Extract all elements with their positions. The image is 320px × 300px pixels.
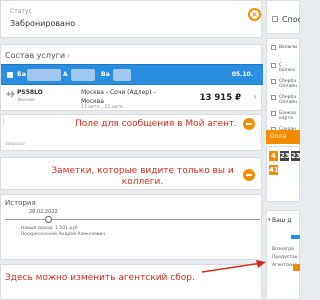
pay-button[interactable]: Опла	[266, 130, 300, 144]
option-label: Сберба Онлайн	[279, 95, 297, 105]
redacted-block	[71, 69, 95, 81]
passenger-name-mid1: А	[63, 71, 68, 78]
timeline-event-line2: Воскресенский Андрей Алексеевич	[21, 232, 106, 237]
timeline-date: 28.02.2022	[29, 209, 58, 215]
plane-icon	[6, 90, 15, 98]
timeline-line	[5, 219, 260, 220]
payment-timer: 4 23 23 41	[266, 146, 300, 202]
redacted-block	[113, 69, 131, 81]
passenger-row[interactable]: Ба А Ва 05.10.	[1, 64, 263, 85]
message-field[interactable]	[3, 116, 59, 126]
option-label: Банков карта	[279, 111, 296, 121]
flight-route: Москва - Сочи (Адлер) -	[81, 89, 156, 96]
flight-dates: 13 октя. , 25 октя.	[81, 105, 125, 110]
collapse-notes-icon[interactable]	[243, 169, 255, 181]
option-radio[interactable]	[271, 95, 276, 100]
flight-number: PS58LO	[17, 89, 43, 96]
passenger-date: 05.10.	[231, 71, 253, 78]
caret-down-icon[interactable]: ▾	[268, 217, 271, 223]
payment-sidebar: Спос Включи С баланс Сберба Онлайн Сберб…	[266, 0, 300, 300]
services-card: Состав услуги › Ба А Ва 05.10. PS58LO Эко…	[0, 44, 263, 111]
fee-line: Предустан	[272, 255, 298, 260]
services-title: Состав услуги ›	[5, 51, 70, 60]
agent-fee-card: ▾ Ваш д Вознагра Предустан Агентский	[266, 210, 300, 300]
passenger-name-mid2: Ва	[101, 71, 111, 78]
timer-cell: 23	[291, 151, 300, 161]
fee-annotation: Здесь можно изменить агентский сбор.	[5, 273, 195, 283]
fee-input[interactable]	[293, 264, 300, 271]
option-radio[interactable]	[271, 111, 276, 116]
chevron-right-icon[interactable]: ›	[254, 92, 257, 101]
requests-link[interactable]: запросы	[5, 142, 25, 147]
notes-annotation: Заметки, которые видите только вы и колл…	[51, 166, 234, 187]
collapse-message-icon[interactable]	[243, 118, 255, 130]
redacted-block	[27, 69, 61, 81]
chevron-right-icon: ›	[67, 52, 70, 60]
cancel-booking-icon[interactable]: ×	[248, 8, 261, 21]
flight-city: Москва	[81, 98, 104, 105]
agent-fee-title: Ваш д	[272, 217, 292, 224]
notes-card: Заметки, которые видите только вы и колл…	[0, 157, 262, 190]
flight-row[interactable]: PS58LO Эконом Москва - Сочи (Адлер) - Мо…	[1, 87, 263, 111]
option-label: Включи	[279, 45, 298, 50]
status-value: Забронировано	[10, 19, 76, 28]
timeline-event: Новый доход: 1 501 руб Воскресенский Анд…	[21, 226, 105, 238]
booking-page: Статус Забронировано × Состав услуги › Ба…	[0, 0, 300, 300]
row-checkbox[interactable]	[7, 72, 13, 78]
status-card: Статус Забронировано ×	[0, 0, 262, 38]
timer-cell: 41	[269, 165, 279, 175]
annotation-arrow-icon	[201, 260, 266, 273]
message-card: Поле для сообщения в Мой агент. запросы	[0, 114, 262, 151]
option-radio[interactable]	[271, 79, 276, 84]
passenger-name-start: Ба	[17, 71, 27, 78]
history-title: История	[5, 199, 36, 207]
timer-cell: 4	[269, 151, 278, 161]
services-title-label: Состав услуги	[5, 51, 66, 60]
option-label: Сберба Онлайн	[279, 79, 297, 89]
history-card: История 28.02.2022 Новый доход: 1 501 ру…	[0, 194, 262, 260]
fee-line: Вознагра	[272, 247, 294, 252]
message-annotation: Поле для сообщения в Мой агент.	[75, 119, 238, 129]
flight-class: Эконом	[17, 98, 35, 103]
payment-methods-title: Спос	[282, 15, 300, 24]
payment-methods-header: Спос	[266, 0, 300, 34]
option-label: С баланс	[279, 63, 296, 73]
option-checkbox[interactable]	[271, 45, 276, 50]
fee-bar	[291, 235, 300, 239]
timer-cell: 23	[280, 151, 290, 161]
flight-price: 13 915 ₽	[199, 93, 241, 103]
toggle-icon[interactable]	[272, 16, 278, 22]
status-caption: Статус	[10, 8, 32, 15]
timeline-dot[interactable]	[45, 216, 52, 223]
option-radio[interactable]	[271, 63, 276, 68]
